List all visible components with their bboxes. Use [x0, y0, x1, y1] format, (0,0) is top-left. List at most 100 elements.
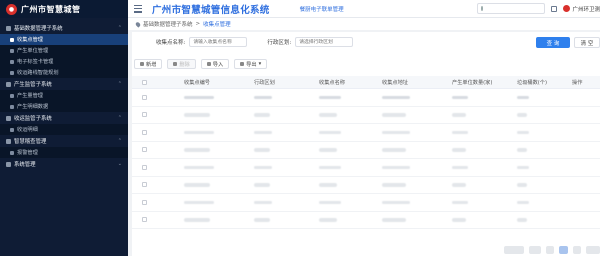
- column-header[interactable]: 产生单位数量(家): [452, 79, 492, 86]
- row-checkbox[interactable]: [142, 129, 147, 135]
- obscured-cell: [184, 183, 210, 187]
- sidebar-group-2[interactable]: 收运监管子系统 ⌃: [0, 112, 128, 124]
- sidebar-item-label: 报警管理: [17, 150, 38, 156]
- sidebar-item-3-0[interactable]: 报警管理: [0, 147, 128, 158]
- menu-item-icon: [10, 93, 14, 98]
- page-size-select[interactable]: [529, 246, 541, 254]
- obscured-cell: [382, 130, 410, 134]
- chevron-up-icon: ⌃: [117, 138, 122, 144]
- district-select[interactable]: [295, 37, 354, 47]
- menu-toggle-icon[interactable]: [134, 4, 142, 13]
- obscured-cell: [254, 183, 270, 187]
- chevron-up-icon: ⌃: [117, 81, 122, 87]
- row-checkbox[interactable]: [142, 164, 147, 170]
- sidebar-group-1[interactable]: 产生监管子系统 ⌃: [0, 78, 128, 90]
- chevron-down-icon: ⌄: [117, 161, 122, 167]
- sidebar: ● 广州市智慧城管 基础数据管理子系统 ⌃ 收集点管理 产生单位管理 电子标签卡管理 收运…: [0, 0, 128, 256]
- sidebar-item-label: 产生明细数据: [17, 104, 49, 110]
- filter-bar: 收集点名称: 行政区划: 查 询 清 空: [132, 32, 600, 52]
- sidebar-item-label: 电子标签卡管理: [17, 59, 54, 65]
- search-input[interactable]: [486, 5, 543, 12]
- pagination: [504, 246, 600, 254]
- user-menu[interactable]: 广州环卫测: [563, 5, 600, 13]
- select-all-checkbox[interactable]: [142, 79, 147, 85]
- sidebar-item-1-0[interactable]: 产生量管理: [0, 90, 128, 101]
- sidebar-item-0-1[interactable]: 产生单位管理: [0, 45, 128, 56]
- menu-item-icon: [10, 70, 14, 75]
- sidebar-item-1-1[interactable]: 产生明细数据: [0, 101, 128, 112]
- obscured-cell: [319, 165, 341, 169]
- table-row[interactable]: [132, 177, 600, 194]
- import-button[interactable]: 导入: [200, 59, 230, 69]
- row-checkbox[interactable]: [142, 112, 147, 118]
- top-bar: 广州市智慧城管信息化系统 餐厨电子联单管理 广州环卫测: [128, 0, 600, 18]
- sidebar-item-0-0[interactable]: 收集点管理: [0, 34, 128, 45]
- delete-button[interactable]: 删除: [167, 59, 196, 69]
- add-button[interactable]: 新增: [134, 59, 163, 69]
- sidebar-item-0-3[interactable]: 收运路线智能规划: [0, 67, 128, 78]
- obscured-cell: [382, 113, 406, 117]
- sidebar-group-label: 基础数据管理子系统: [14, 26, 63, 32]
- clear-button[interactable]: 清 空: [574, 37, 600, 48]
- table-row[interactable]: [132, 194, 600, 212]
- obscured-cell: [254, 95, 272, 99]
- export-button[interactable]: 导出 ▾: [234, 59, 268, 69]
- table-row[interactable]: [132, 124, 600, 142]
- row-checkbox[interactable]: [142, 217, 147, 223]
- sidebar-submenu-1: 产生量管理产生明细数据: [0, 90, 128, 112]
- table-row[interactable]: [132, 107, 600, 124]
- sidebar-group-3[interactable]: 智慧稽查管理 ⌃: [0, 135, 128, 147]
- column-header[interactable]: 操作: [572, 79, 582, 86]
- obscured-cell: [452, 183, 466, 187]
- menu-item-icon: [10, 150, 14, 155]
- obscured-cell: [184, 165, 214, 169]
- sidebar-item-0-2[interactable]: 电子标签卡管理: [0, 56, 128, 67]
- system-title: 广州市智慧城管信息化系统: [152, 4, 270, 16]
- obscured-cell: [452, 130, 468, 134]
- obscured-cell: [382, 95, 410, 99]
- obscured-cell: [319, 148, 337, 152]
- column-header[interactable]: 收集点地址: [382, 79, 408, 86]
- city-emblem-icon: ●: [6, 3, 17, 15]
- current-page[interactable]: [559, 246, 568, 254]
- obscured-cell: [517, 130, 529, 134]
- search-button[interactable]: 查 询: [536, 37, 570, 48]
- obscured-cell: [517, 200, 529, 204]
- obscured-cell: [254, 200, 272, 204]
- breadcrumb-parent[interactable]: 基础数据管理子系统: [143, 20, 193, 28]
- table-row[interactable]: [132, 142, 600, 159]
- subsystem-title[interactable]: 餐厨电子联单管理: [300, 5, 344, 13]
- row-checkbox[interactable]: [142, 94, 147, 100]
- fullscreen-icon[interactable]: [551, 5, 558, 12]
- sidebar-group-4[interactable]: 系统管理 ⌄: [0, 158, 128, 170]
- global-search[interactable]: [477, 3, 546, 14]
- sidebar-group-label: 收运监管子系统: [14, 116, 52, 122]
- sidebar-submenu-3: 报警管理: [0, 147, 128, 158]
- column-header[interactable]: 收集点名称: [319, 79, 345, 86]
- main-content: 收集点名称: 行政区划: 查 询 清 空 新增 删除 导入 导出 ▾ 收集点编号…: [132, 32, 600, 256]
- breadcrumb: 基础数据管理子系统 > 收集点管理: [128, 18, 600, 30]
- sidebar-item-label: 产生量管理: [17, 93, 43, 99]
- table-row[interactable]: [132, 212, 600, 229]
- download-icon: [240, 62, 245, 66]
- obscured-cell: [517, 218, 527, 222]
- row-checkbox[interactable]: [142, 147, 147, 153]
- sidebar-item-label: 产生单位管理: [17, 48, 49, 54]
- menu-item-icon: [10, 48, 14, 53]
- row-checkbox[interactable]: [142, 182, 147, 188]
- table-row[interactable]: [132, 89, 600, 107]
- collection-point-name-input[interactable]: [189, 37, 248, 47]
- prev-page-button[interactable]: [546, 246, 554, 254]
- next-page-button[interactable]: [573, 246, 581, 254]
- column-header[interactable]: 行政区划: [254, 79, 275, 86]
- obscured-cell: [517, 113, 527, 117]
- obscured-cell: [517, 183, 527, 187]
- page-jump[interactable]: [586, 246, 600, 254]
- table-row[interactable]: [132, 159, 600, 177]
- column-header[interactable]: 垃圾桶数(个): [517, 79, 547, 86]
- column-header[interactable]: 收集点编号: [184, 79, 210, 86]
- row-checkbox[interactable]: [142, 199, 147, 205]
- sidebar-group-0[interactable]: 基础数据管理子系统 ⌃: [0, 22, 128, 34]
- menu-item-icon: [10, 37, 14, 42]
- sidebar-item-2-0[interactable]: 收运明细: [0, 124, 128, 135]
